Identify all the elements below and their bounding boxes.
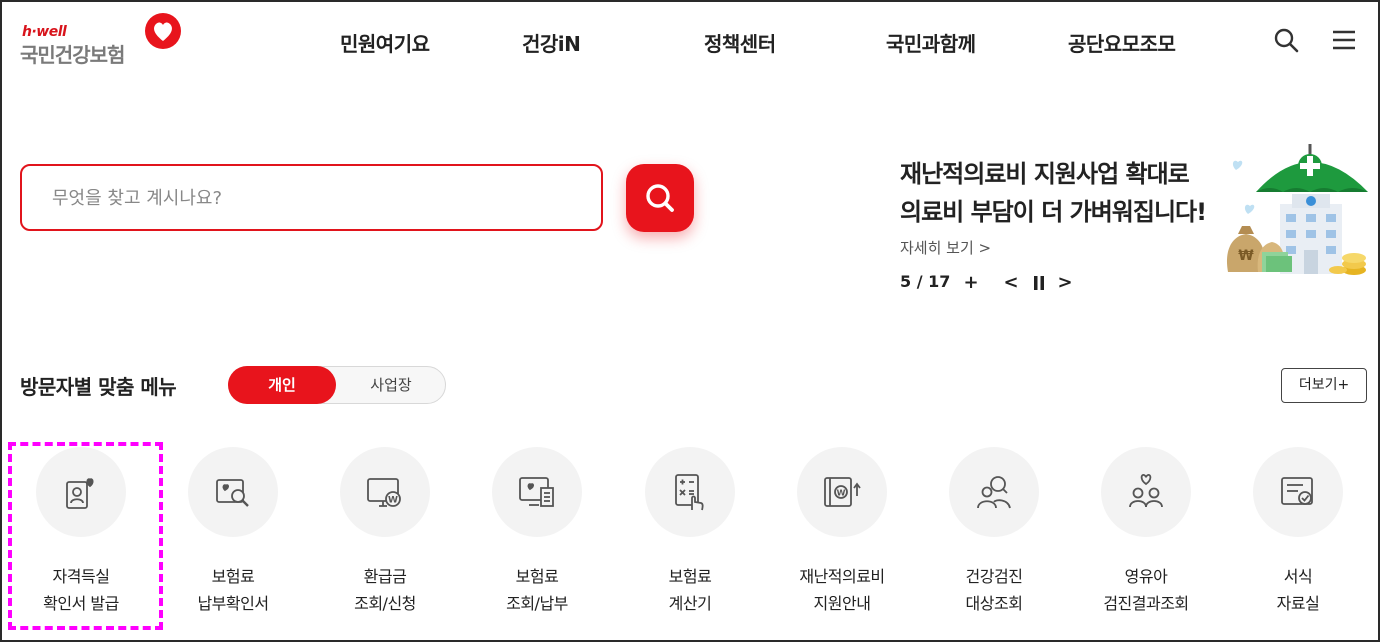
tab-personal[interactable]: 개인 xyxy=(228,366,336,404)
logo-tagline: h·well xyxy=(22,24,67,40)
quick-menu-icon-bg xyxy=(1101,447,1191,537)
search-input[interactable] xyxy=(52,180,572,216)
quick-menu-label: 보험료 조회/납부 xyxy=(472,563,602,617)
calculator-hand-icon xyxy=(675,474,704,511)
quick-menu-label-line: 납부확인서 xyxy=(197,594,269,613)
banner-title-line: 재난적의료비 지원사업 확대로 xyxy=(900,160,1190,188)
selection-highlight xyxy=(8,442,163,630)
visitor-type-toggle: 개인 사업장 xyxy=(228,366,446,404)
quick-menu-label-line: 재난적의료비 xyxy=(799,567,885,586)
quick-menu-icon-bg xyxy=(188,447,278,537)
banner-expand-button[interactable]: + xyxy=(960,272,982,294)
quick-menu-label-line: 서식 xyxy=(1283,567,1313,586)
nav-item-about[interactable]: 공단요모조모 xyxy=(1068,28,1176,57)
banner-counter: 5 / 17 xyxy=(900,272,951,291)
quick-menu-label: 환급금 조회/신청 xyxy=(320,563,450,617)
search-icon[interactable] xyxy=(1272,26,1300,54)
visitor-menu-title: 방문자별 맞춤 메뉴 xyxy=(20,375,177,399)
pause-icon[interactable] xyxy=(1028,272,1050,294)
quick-menu-label-line: 환급금 xyxy=(363,567,407,586)
quick-menu-icon-bg xyxy=(645,447,735,537)
heart-logo-icon xyxy=(145,13,181,49)
logo-name: 국민건강보험 xyxy=(20,43,125,67)
quick-menu-item-payment-cert[interactable]: 보험료 납부확인서 xyxy=(168,445,298,620)
screen-receipt-icon xyxy=(519,477,554,507)
quick-menu-label: 재난적의료비 지원안내 xyxy=(777,563,907,617)
nav-item-together[interactable]: 국민과함께 xyxy=(886,28,976,57)
banner-title[interactable]: 재난적의료비 지원사업 확대로 의료비 부담이 더 가벼워집니다! xyxy=(900,155,1230,231)
nav-item-policy[interactable]: 정책센터 xyxy=(704,28,776,57)
tab-business[interactable]: 사업장 xyxy=(339,367,443,403)
quick-menu-label-line: 검진결과조회 xyxy=(1103,594,1189,613)
document-search-icon xyxy=(216,479,249,507)
monitor-won-icon: W xyxy=(367,478,401,507)
search-button[interactable] xyxy=(626,164,694,232)
svg-text:W: W xyxy=(388,496,398,506)
banner-more-link[interactable]: 자세히 보기 > xyxy=(900,237,991,258)
form-document-icon xyxy=(1281,477,1313,505)
quick-menu-item-infant-checkup[interactable]: 영유아 검진결과조회 xyxy=(1081,445,1211,620)
banner-prev-button[interactable]: < xyxy=(1000,272,1022,294)
quick-menu-icon-bg xyxy=(949,447,1039,537)
quick-menu-item-forms[interactable]: 서식 자료실 xyxy=(1233,445,1363,620)
nav-item-minwon[interactable]: 민원여기요 xyxy=(340,28,430,57)
banner-next-button[interactable]: > xyxy=(1054,272,1076,294)
quick-menu-label-line: 건강검진 xyxy=(965,567,1023,586)
quick-menu-item-calculator[interactable]: 보험료 계산기 xyxy=(625,445,755,620)
quick-menu-label-line: 보험료 xyxy=(515,567,559,586)
book-won-icon: W xyxy=(824,477,861,507)
nav-item-health-in[interactable]: 건강iN xyxy=(522,28,581,57)
search-box xyxy=(20,164,603,231)
banner-title-line: 의료비 부담이 더 가벼워집니다! xyxy=(900,198,1207,226)
quick-menu-item-checkup-target[interactable]: 건강검진 대상조회 xyxy=(929,445,1059,620)
quick-menu-label-line: 보험료 xyxy=(668,567,712,586)
hamburger-menu-icon[interactable] xyxy=(1330,26,1358,54)
quick-menu-label-line: 조회/납부 xyxy=(506,594,568,613)
quick-menu-label-line: 대상조회 xyxy=(965,594,1023,613)
search-icon xyxy=(646,184,674,212)
family-heart-icon xyxy=(1129,474,1163,508)
quick-menu-label-line: 영유아 xyxy=(1124,567,1168,586)
svg-text:₩: ₩ xyxy=(1238,248,1254,264)
svg-text:W: W xyxy=(837,489,846,498)
quick-menu-item-refund[interactable]: W 환급금 조회/신청 xyxy=(320,445,450,620)
quick-menu-item-premium-inquiry[interactable]: 보험료 조회/납부 xyxy=(472,445,602,620)
people-search-icon xyxy=(977,476,1011,509)
quick-menu-icon-bg: W xyxy=(797,447,887,537)
quick-menu-label-line: 조회/신청 xyxy=(354,594,416,613)
quick-menu-label-line: 지원안내 xyxy=(813,594,871,613)
quick-menu-label: 서식 자료실 xyxy=(1233,563,1363,617)
umbrella-hospital-illustration: ₩ xyxy=(1226,144,1368,275)
quick-menu-label: 건강검진 대상조회 xyxy=(929,563,1059,617)
quick-menu-label-line: 자료실 xyxy=(1276,594,1320,613)
nhis-logo[interactable]: h·well 국민건강보험 xyxy=(20,12,192,68)
quick-menu-icon-bg: W xyxy=(340,447,430,537)
quick-menu-label: 영유아 검진결과조회 xyxy=(1081,563,1211,617)
quick-menu-item-catastrophic-medical[interactable]: W 재난적의료비 지원안내 xyxy=(777,445,907,620)
quick-menu-icon-bg xyxy=(1253,447,1343,537)
quick-menu-label: 보험료 계산기 xyxy=(625,563,755,617)
quick-menu-label-line: 보험료 xyxy=(211,567,255,586)
quick-menu-icon-bg xyxy=(492,447,582,537)
quick-menu-label: 보험료 납부확인서 xyxy=(168,563,298,617)
quick-menu-label-line: 계산기 xyxy=(668,594,712,613)
more-button[interactable]: 더보기+ xyxy=(1281,368,1367,403)
